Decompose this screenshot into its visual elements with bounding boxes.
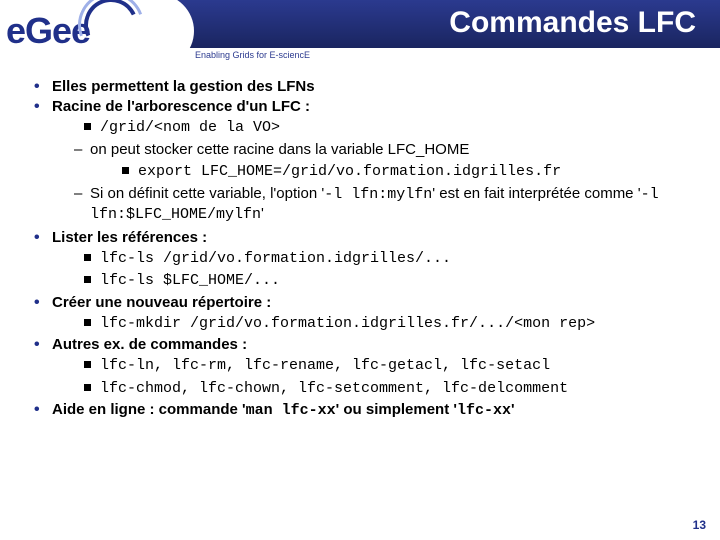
tagline: Enabling Grids for E-sciencE	[195, 50, 310, 60]
slide-content: Elles permettent la gestion des LFNs Rac…	[0, 68, 720, 419]
code-cmds-1: lfc-ln, lfc-rm, lfc-rename, lfc-getacl, …	[52, 355, 696, 376]
egee-logo: eGee	[6, 6, 142, 56]
code-export: export LFC_HOME=/grid/vo.formation.idgri…	[90, 161, 696, 182]
bullet-aide: Aide en ligne : commande 'man lfc-xx' ou…	[32, 401, 696, 419]
code-root-path: /grid/<nom de la VO>	[52, 117, 696, 138]
code-cmds-2: lfc-chmod, lfc-chown, lfc-setcomment, lf…	[52, 378, 696, 399]
bullet-autres: Autres ex. de commandes : lfc-ln, lfc-rm…	[32, 336, 696, 398]
slide-number: 13	[693, 518, 706, 532]
bullet-creer: Créer une nouveau répertoire : lfc-mkdir…	[32, 294, 696, 334]
bullet-lfc-root: Racine de l'arborescence d'un LFC : /gri…	[32, 98, 696, 225]
page-title: Commandes LFC	[449, 6, 696, 40]
code-lfc-mkdir: lfc-mkdir /grid/vo.formation.idgrilles.f…	[52, 313, 696, 334]
bullet-lister: Lister les références : lfc-ls /grid/vo.…	[32, 229, 696, 291]
logo-container: eGee	[0, 0, 194, 68]
dash-lfc-home: on peut stocker cette racine dans la var…	[52, 140, 696, 182]
bullet-text: Racine de l'arborescence d'un LFC :	[52, 98, 310, 115]
bullet-lfn-management: Elles permettent la gestion des LFNs	[32, 78, 696, 95]
dash-option-l: Si on définit cette variable, l'option '…	[52, 184, 696, 225]
code-lfc-ls-1: lfc-ls /grid/vo.formation.idgrilles/...	[52, 248, 696, 269]
slide-header: eGee Commandes LFC Enabling Grids for E-…	[0, 0, 720, 68]
code-lfc-ls-2: lfc-ls $LFC_HOME/...	[52, 270, 696, 291]
